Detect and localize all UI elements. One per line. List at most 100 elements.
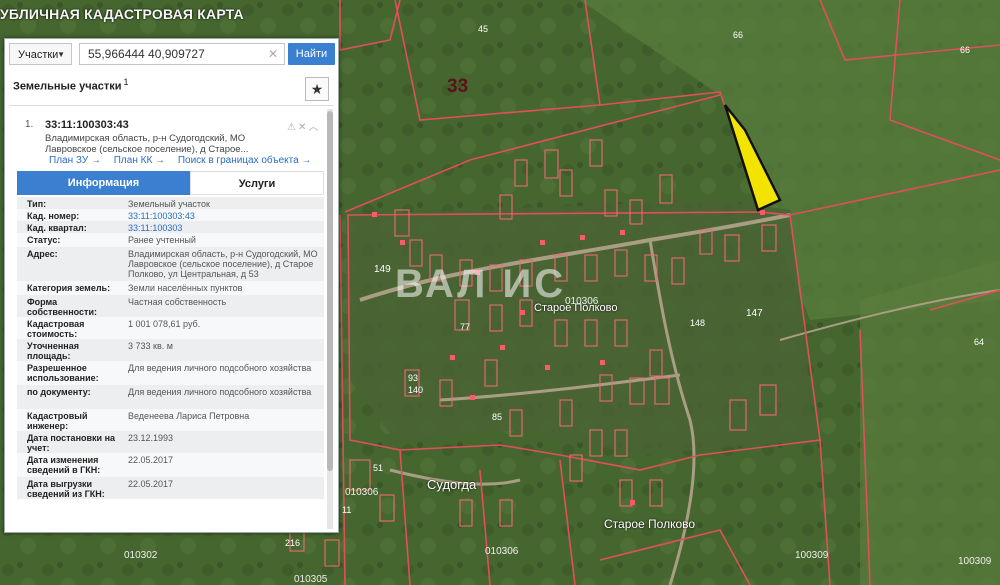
quarter-code: 100309 — [795, 550, 829, 561]
parcel-number: 45 — [478, 24, 489, 34]
close-icon: ✕ — [297, 122, 309, 133]
detail-value: 1 001 078,61 руб. — [128, 319, 201, 329]
detail-row: Адрес: Владимирская область, р-н Судогодс… — [17, 247, 324, 281]
quarter-code: 010306 — [345, 487, 379, 498]
watermark: ВАЛ ИС — [395, 262, 567, 306]
detail-key: Статус: — [27, 235, 61, 245]
star-icon: ★ — [310, 81, 324, 97]
detail-row: Дата выгрузки сведений из ГКН: 22.05.2017 — [17, 477, 324, 499]
parcel-number: 140 — [408, 385, 424, 395]
quarter-label: 33 — [447, 76, 469, 97]
detail-value: Ранее учтенный — [128, 235, 196, 245]
parcel-number: 216 — [285, 538, 301, 548]
parcel-number: 149 — [374, 264, 391, 275]
detail-key: Тип: — [27, 199, 47, 209]
chevron-down-icon: ▼ — [57, 50, 65, 59]
village-label: Старое Полково — [604, 517, 696, 531]
parcel-number: 11 — [342, 505, 352, 515]
item-action-icons[interactable]: ⚠✕︿ — [287, 118, 320, 133]
detail-key: Адрес: — [27, 249, 58, 259]
item-number: 1. — [25, 119, 34, 130]
detail-key: Кад. квартал: — [27, 223, 87, 233]
detail-key: Уточненная площадь: — [27, 341, 79, 361]
quarter-code: 010305 — [294, 574, 328, 585]
parcel-number: 77 — [460, 322, 471, 332]
search-type-label: Участки — [18, 49, 59, 61]
detail-key: Форма собственности: — [27, 297, 97, 317]
item-cadastral-id: 33:11:100303:43 — [45, 119, 129, 131]
search-query: 55,966444 40,909727 — [88, 47, 205, 61]
parcel-number: 93 — [408, 373, 419, 383]
details-table: Тип: Земельный участок Кад. номер: 33:11:10… — [17, 197, 324, 499]
detail-value: 22.05.2017 — [128, 455, 174, 465]
divider — [9, 105, 334, 106]
close-icon[interactable]: ✕ — [268, 44, 278, 64]
detail-key: Разрешенное использование: — [27, 363, 99, 383]
detail-key: Кад. номер: — [27, 211, 80, 221]
tab-information[interactable]: Информация — [17, 171, 190, 195]
detail-value: Земли населённых пунктов — [128, 283, 243, 293]
detail-key: Кадастровый инженер: — [27, 411, 88, 431]
detail-value: 23.12.1993 — [128, 433, 174, 443]
detail-row: Статус: Ранее учтенный — [17, 233, 324, 247]
village-label: Судогда — [427, 477, 477, 492]
parcel-number: 66 — [960, 45, 971, 55]
section-title: Земельные участки 1 — [13, 77, 129, 93]
parcel-number: 148 — [690, 318, 706, 328]
detail-row: Форма собственности: Частная собственност… — [17, 295, 324, 317]
detail-key: по документу: — [27, 387, 91, 397]
tabs: Информация Услуги — [17, 171, 324, 195]
section-title-text: Земельные участки — [13, 80, 122, 93]
detail-value[interactable]: 33:11:100303:43 — [128, 211, 320, 221]
parcel-number: 66 — [733, 30, 744, 40]
parcel-number: 85 — [492, 412, 503, 422]
field-area — [860, 260, 1000, 585]
detail-row: Тип: Земельный участок — [17, 197, 324, 209]
detail-key: Дата постановки на учет: — [27, 433, 116, 453]
detail-value: Земельный участок — [128, 199, 210, 209]
tab-services[interactable]: Услуги — [190, 171, 324, 195]
quarter-code: 010302 — [124, 550, 158, 561]
detail-value: 22.05.2017 — [128, 479, 174, 489]
detail-key: Дата изменения сведений в ГКН: — [27, 455, 101, 475]
search-bar: Участки ▼ 55,966444 40,909727 ✕ Найти — [9, 43, 335, 65]
detail-row: Дата изменения сведений в ГКН: 22.05.2017 — [17, 453, 324, 477]
item-address: Владимирская область, р-н Судогодский, М… — [45, 133, 249, 155]
detail-row: Кад. квартал: 33:11:100303 — [17, 221, 324, 233]
warning-icon: ⚠ — [287, 122, 298, 133]
detail-row: Кад. номер: 33:11:100303:43 — [17, 209, 324, 221]
info-panel: Участки ▼ 55,966444 40,909727 ✕ Найти Зе… — [4, 38, 339, 533]
detail-row: Кадастровая стоимость: 1 001 078,61 руб. — [17, 317, 324, 339]
detail-value: Для ведения личного подсобного хозяйства — [128, 363, 312, 373]
link-plan-kk[interactable]: План КК → — [114, 155, 165, 166]
detail-key: Категория земель: — [27, 283, 111, 293]
search-button[interactable]: Найти — [288, 43, 335, 65]
parcel-number: 64 — [974, 337, 985, 347]
link-plan-zu[interactable]: План ЗУ → — [49, 155, 101, 166]
detail-value: Частная собственность — [128, 297, 227, 307]
detail-value: 3 733 кв. м — [128, 341, 173, 351]
detail-row: Уточненная площадь: 3 733 кв. м — [17, 339, 324, 361]
page-title: УБЛИЧНАЯ КАДАСТРОВАЯ КАРТА — [0, 6, 244, 22]
detail-value: Веденеева Лариса Петровна — [128, 411, 250, 421]
parcel-number: 147 — [746, 308, 763, 319]
section-count: 1 — [123, 77, 129, 87]
scrollbar-thumb[interactable] — [327, 111, 333, 471]
detail-row: Категория земель: Земли населённых пункто… — [17, 281, 324, 295]
quarter-code: 100309 — [958, 556, 992, 567]
detail-row: Дата постановки на учет: 23.12.1993 — [17, 431, 324, 453]
detail-key: Дата выгрузки сведений из ГКН: — [27, 479, 105, 499]
link-search-bounds[interactable]: Поиск в границах объекта → — [178, 155, 312, 166]
chevron-up-icon: ︿ — [308, 122, 321, 133]
detail-row: Разрешенное использование: Для ведения ли… — [17, 361, 324, 385]
detail-value[interactable]: 33:11:100303 — [128, 223, 320, 233]
favorite-button[interactable]: ★ — [305, 77, 329, 101]
detail-value: Владимирская область, р-н Судогодский, М… — [128, 249, 318, 279]
detail-row: Кадастровый инженер: Веденеева Лариса Пет… — [17, 409, 324, 431]
item-links: План ЗУ → План КК → Поиск в границах объ… — [49, 155, 321, 166]
quarter-code: 010306 — [565, 296, 599, 307]
search-type-select[interactable]: Участки ▼ — [9, 43, 72, 65]
search-input[interactable]: 55,966444 40,909727 ✕ — [79, 43, 285, 65]
detail-value: Для ведения личного подсобного хозяйства — [128, 387, 312, 397]
detail-row: по документу: Для ведения личного подсобн… — [17, 385, 324, 409]
